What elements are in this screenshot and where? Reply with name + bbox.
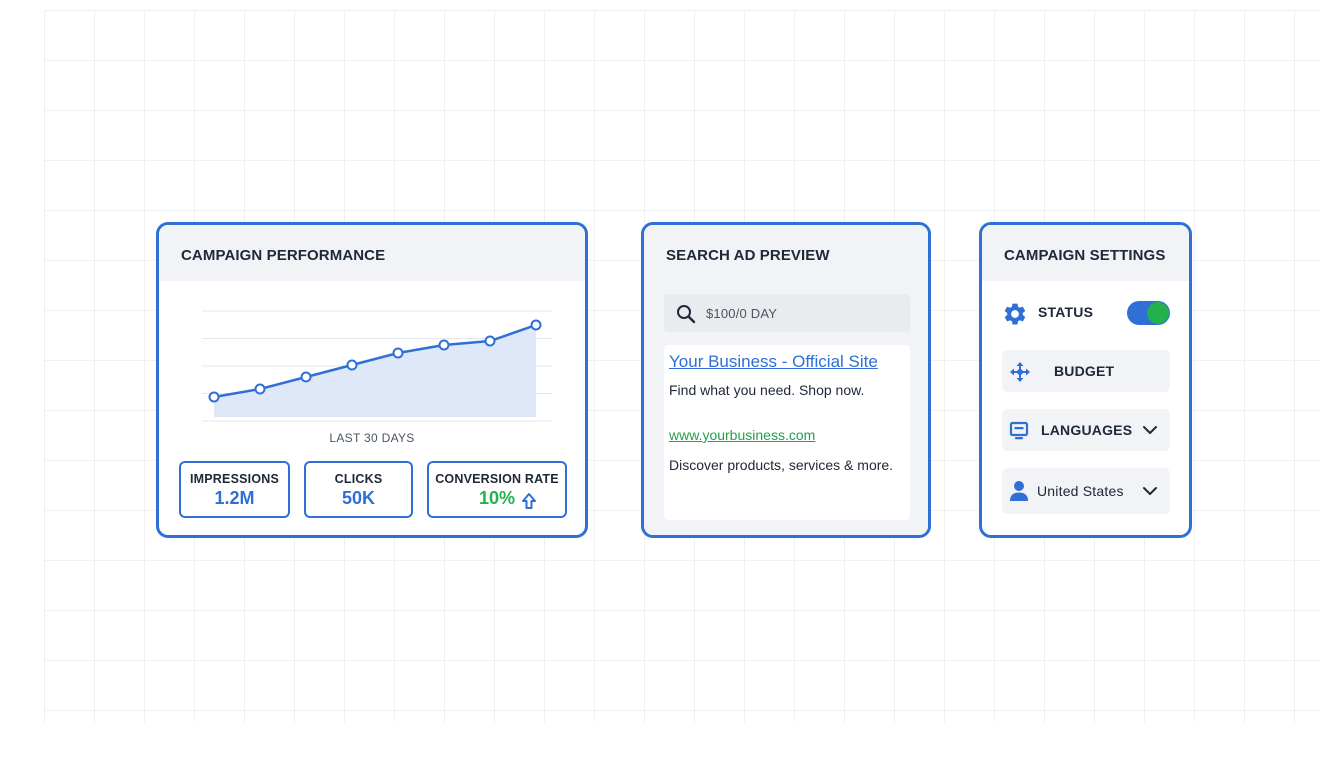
- impressions-label: IMPRESSIONS: [181, 472, 288, 486]
- impressions-value: 1.2M: [181, 488, 288, 509]
- impressions-metric[interactable]: IMPRESSIONS 1.2M: [179, 461, 290, 518]
- conversion-rate-metric[interactable]: CONVERSION RATE 10%: [427, 461, 567, 518]
- arrow-up-icon: [521, 492, 537, 510]
- campaign-performance-card: CAMPAIGN PERFORMANCE LAST 30 DAYS IMPRES…: [156, 222, 588, 538]
- monitor-icon: [1009, 421, 1029, 441]
- conversion-rate-number: 10%: [479, 488, 515, 508]
- budget-label: BUDGET: [1054, 363, 1114, 379]
- status-label: STATUS: [1038, 304, 1093, 320]
- clicks-label: CLICKS: [306, 472, 411, 486]
- ad-preview-body: $100/0 DAY Your Business - Official Site…: [644, 281, 928, 535]
- location-dropdown[interactable]: United States: [1002, 468, 1170, 514]
- conversion-rate-value: 10%: [429, 488, 565, 509]
- languages-label: LANGUAGES: [1041, 422, 1132, 438]
- ad-description: Find what you need. Shop now.: [669, 382, 864, 398]
- status-toggle[interactable]: [1127, 301, 1170, 325]
- chart-point[interactable]: [348, 361, 357, 370]
- ad-title-link[interactable]: Your Business - Official Site: [669, 352, 878, 372]
- performance-chart: [159, 281, 585, 431]
- conversion-rate-label: CONVERSION RATE: [429, 472, 565, 486]
- campaign-settings-card: CAMPAIGN SETTINGS STATUS BUDGET: [979, 222, 1192, 538]
- search-icon: [676, 304, 696, 324]
- ad-search-query: $100/0 DAY: [706, 306, 777, 321]
- ad-result: Your Business - Official Site Find what …: [664, 345, 910, 520]
- ad-url-link[interactable]: www.yourbusiness.com: [669, 427, 815, 443]
- chart-point[interactable]: [440, 341, 449, 350]
- clicks-value: 50K: [306, 488, 411, 509]
- move-arrows-icon: [1009, 361, 1031, 383]
- clicks-metric[interactable]: CLICKS 50K: [304, 461, 413, 518]
- status-toggle-knob: [1147, 302, 1169, 324]
- ad-description-secondary: Discover products, services & more.: [669, 457, 893, 473]
- budget-row[interactable]: BUDGET: [1002, 350, 1170, 392]
- ad-preview-title: SEARCH AD PREVIEW: [644, 225, 928, 281]
- chevron-down-icon: [1142, 423, 1158, 437]
- search-ad-preview-card: SEARCH AD PREVIEW $100/0 DAY Your Busine…: [641, 222, 931, 538]
- chevron-down-icon: [1142, 484, 1158, 498]
- settings-title: CAMPAIGN SETTINGS: [982, 225, 1189, 281]
- chart-point[interactable]: [302, 373, 311, 382]
- gear-icon: [1002, 301, 1028, 327]
- chart-point[interactable]: [486, 337, 495, 346]
- ad-search-bar[interactable]: $100/0 DAY: [664, 294, 910, 332]
- chart-point[interactable]: [256, 385, 265, 394]
- location-label: United States: [1037, 483, 1124, 499]
- status-row: STATUS: [1002, 291, 1170, 333]
- performance-title: CAMPAIGN PERFORMANCE: [159, 225, 585, 281]
- chart-caption: LAST 30 DAYS: [159, 431, 585, 445]
- chart-point[interactable]: [394, 349, 403, 358]
- user-icon: [1009, 480, 1029, 502]
- chart-point[interactable]: [532, 321, 541, 330]
- languages-dropdown[interactable]: LANGUAGES: [1002, 409, 1170, 451]
- chart-point[interactable]: [210, 393, 219, 402]
